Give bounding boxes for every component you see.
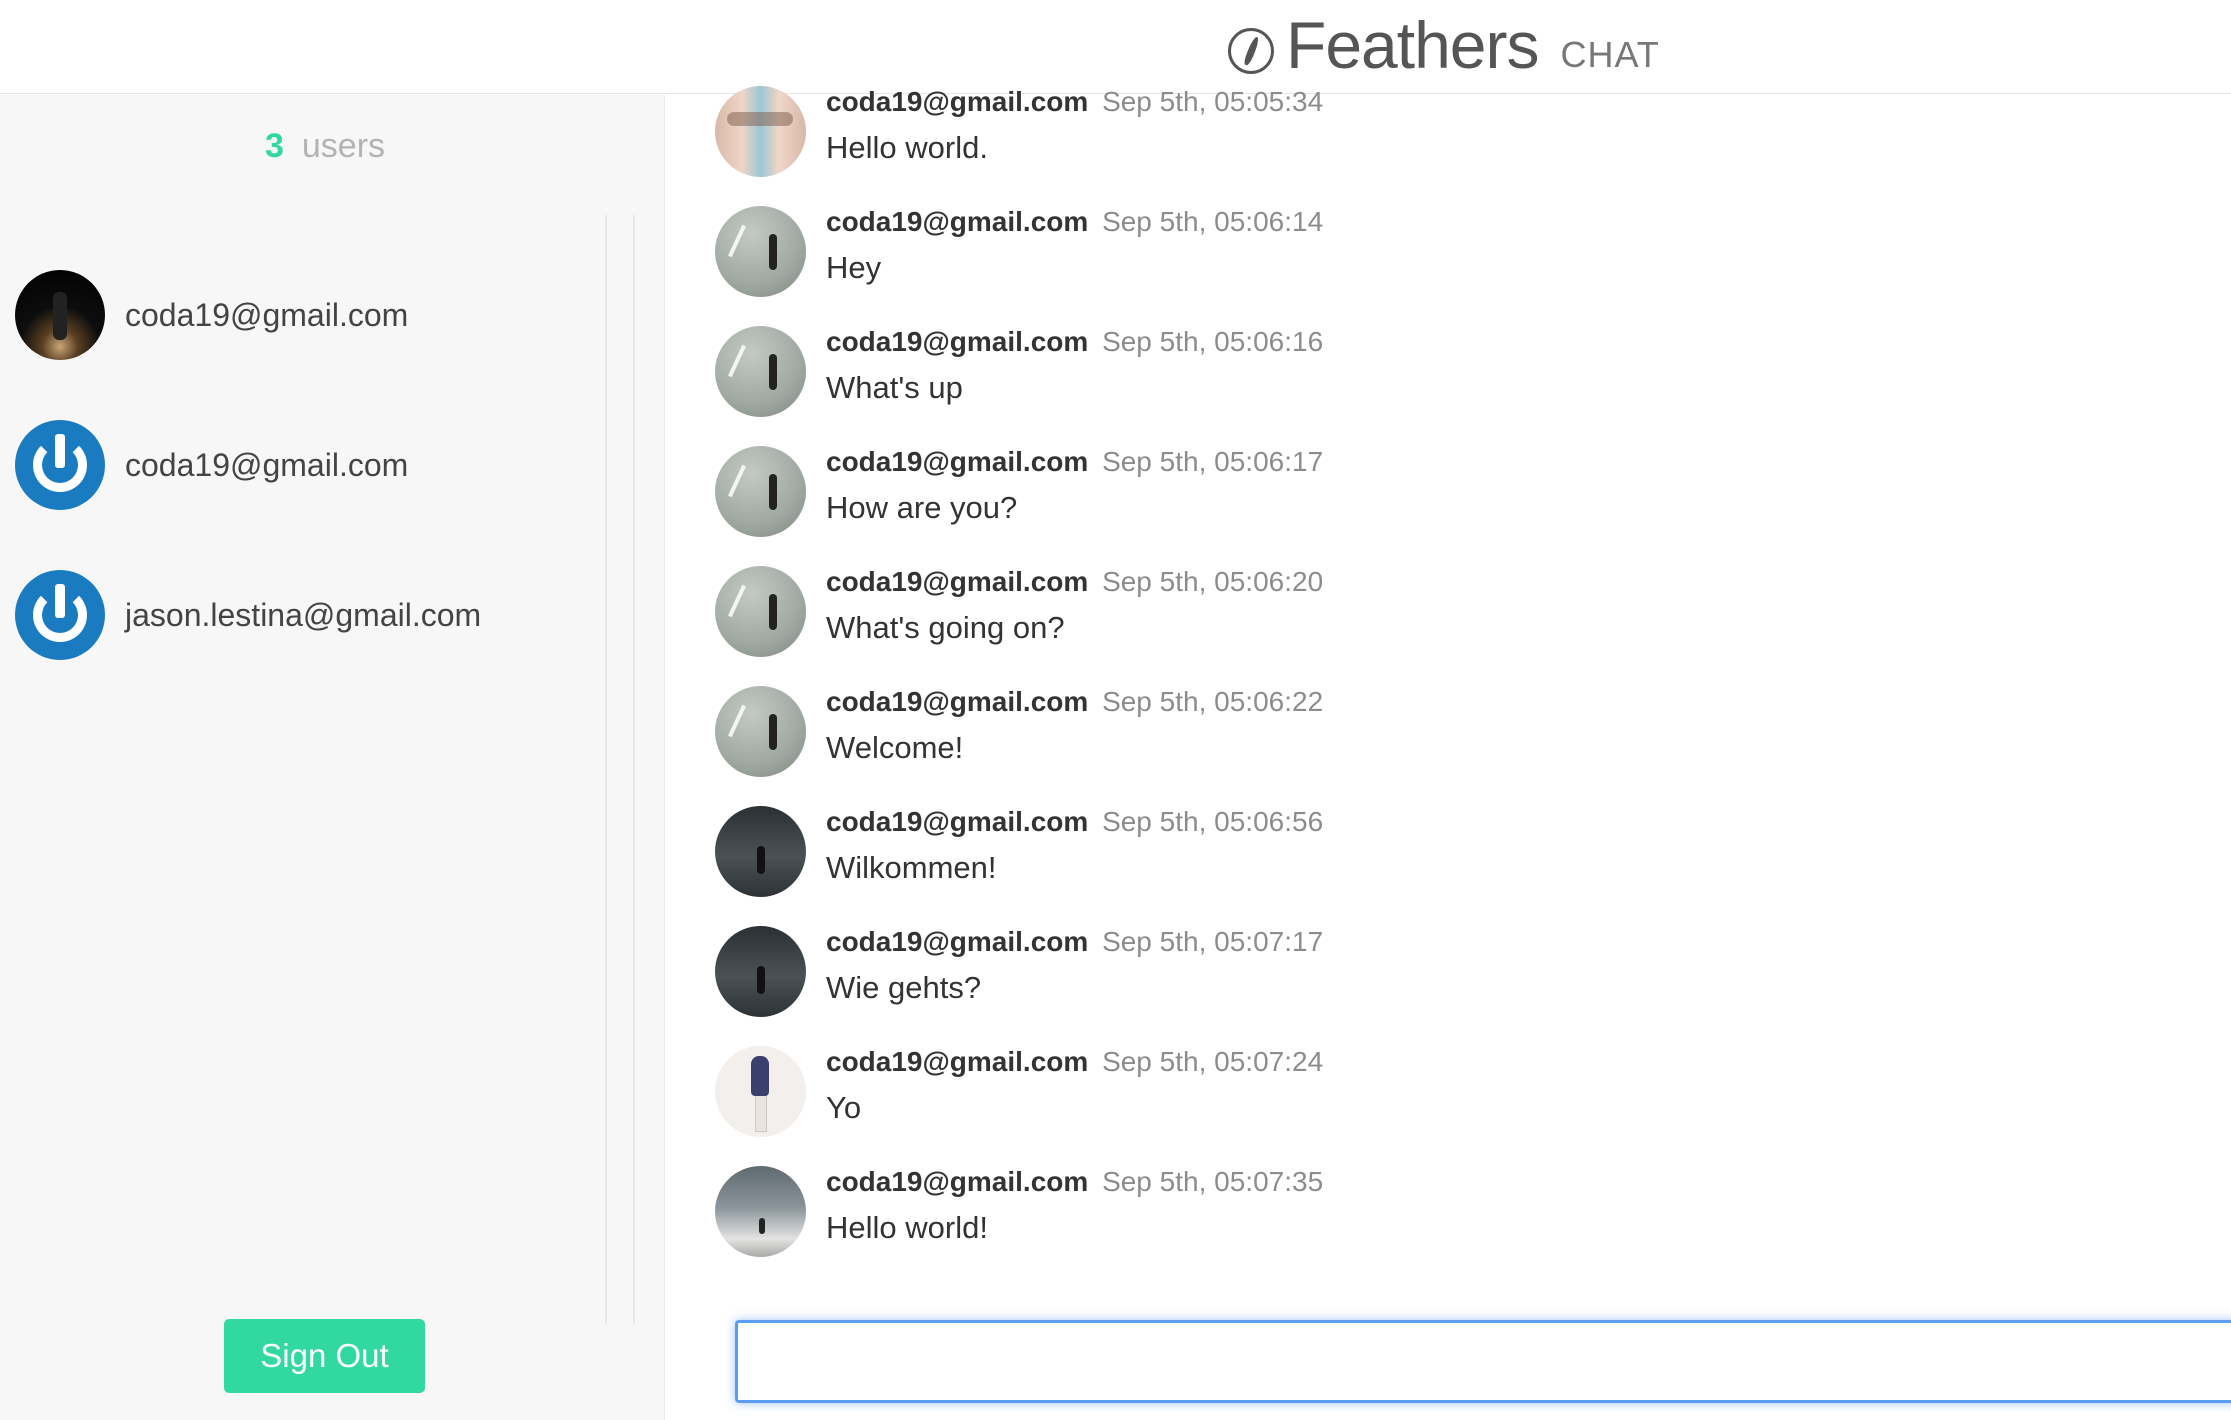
user-email: jason.lestina@gmail.com <box>125 596 482 633</box>
user-list-item[interactable]: coda19@gmail.com <box>0 390 600 540</box>
user-count-label: users <box>301 127 386 165</box>
chat-message: coda19@gmail.com Sep 5th, 05:07:35 Hello… <box>715 1166 2205 1286</box>
chat-message: coda19@gmail.com Sep 5th, 05:07:24 Yo <box>715 1046 2205 1166</box>
chat-message: coda19@gmail.com Sep 5th, 05:06:20 What'… <box>715 566 2205 686</box>
message-author: coda19@gmail.com <box>826 566 1089 597</box>
message-avatar[interactable] <box>715 926 806 1017</box>
message-author: coda19@gmail.com <box>826 1166 1089 1197</box>
chat-message: coda19@gmail.com Sep 5th, 05:06:17 How a… <box>715 446 2205 566</box>
users-sidebar: 3 users coda19@gmail.com coda19@gmail.com… <box>0 95 665 1420</box>
user-list-item[interactable]: jason.lestina@gmail.com <box>0 540 600 690</box>
message-avatar[interactable] <box>715 1166 806 1257</box>
power-icon <box>15 570 105 660</box>
message-timestamp: Sep 5th, 05:07:24 <box>1102 1046 1324 1077</box>
message-avatar[interactable] <box>715 206 806 297</box>
message-timestamp: Sep 5th, 05:07:17 <box>1102 926 1324 957</box>
sidebar-scroll-divider <box>605 215 635 1325</box>
message-text: Wie gehts? <box>826 970 982 1005</box>
message-text: Welcome! <box>826 730 964 765</box>
message-avatar[interactable] <box>715 86 806 177</box>
message-avatar[interactable] <box>715 326 806 417</box>
message-text: Hey <box>826 250 882 285</box>
app-logo[interactable]: Feathers CHAT <box>1228 8 1660 88</box>
message-meta: coda19@gmail.com Sep 5th, 05:07:17 <box>826 926 1323 958</box>
message-meta: coda19@gmail.com Sep 5th, 05:05:34 <box>826 86 1323 118</box>
message-author: coda19@gmail.com <box>826 806 1089 837</box>
message-meta: coda19@gmail.com Sep 5th, 05:06:14 <box>826 206 1323 238</box>
message-text: How are you? <box>826 490 1018 525</box>
user-count-number: 3 <box>264 127 284 165</box>
message-meta: coda19@gmail.com Sep 5th, 05:07:24 <box>826 1046 1323 1078</box>
user-avatar <box>15 270 105 360</box>
user-count-heading: 3 users <box>0 127 650 166</box>
message-avatar[interactable] <box>715 446 806 537</box>
message-avatar[interactable] <box>715 1046 806 1137</box>
message-avatar[interactable] <box>715 566 806 657</box>
message-input[interactable] <box>735 1320 2231 1403</box>
message-list[interactable]: coda19@gmail.com Sep 5th, 05:05:34 Hello… <box>715 86 2205 1286</box>
message-author: coda19@gmail.com <box>826 686 1089 717</box>
user-list-item[interactable]: coda19@gmail.com <box>0 240 600 390</box>
message-avatar[interactable] <box>715 806 806 897</box>
app-header: Feathers CHAT <box>0 0 2231 94</box>
message-text: What's going on? <box>826 610 1065 645</box>
sign-out-button[interactable]: Sign Out <box>224 1319 425 1393</box>
app-title: Feathers <box>1286 8 1539 82</box>
message-text: What's up <box>826 370 963 405</box>
user-email: coda19@gmail.com <box>125 446 409 483</box>
message-author: coda19@gmail.com <box>826 326 1089 357</box>
message-text: Hello world! <box>826 1210 988 1245</box>
message-author: coda19@gmail.com <box>826 446 1089 477</box>
message-text: Wilkommen! <box>826 850 997 885</box>
chat-message: coda19@gmail.com Sep 5th, 05:06:14 Hey <box>715 206 2205 326</box>
message-meta: coda19@gmail.com Sep 5th, 05:07:35 <box>826 1166 1323 1198</box>
message-author: coda19@gmail.com <box>826 86 1089 117</box>
chat-message: coda19@gmail.com Sep 5th, 05:07:17 Wie g… <box>715 926 2205 1046</box>
power-icon <box>15 420 105 510</box>
message-timestamp: Sep 5th, 05:06:20 <box>1102 566 1324 597</box>
message-author: coda19@gmail.com <box>826 1046 1089 1077</box>
message-timestamp: Sep 5th, 05:06:22 <box>1102 686 1324 717</box>
message-author: coda19@gmail.com <box>826 926 1089 957</box>
message-timestamp: Sep 5th, 05:05:34 <box>1102 86 1324 117</box>
chat-message: coda19@gmail.com Sep 5th, 05:05:34 Hello… <box>715 86 2205 206</box>
message-timestamp: Sep 5th, 05:06:14 <box>1102 206 1324 237</box>
message-timestamp: Sep 5th, 05:06:56 <box>1102 806 1324 837</box>
message-meta: coda19@gmail.com Sep 5th, 05:06:56 <box>826 806 1323 838</box>
message-text: Yo <box>826 1090 862 1125</box>
app-subtitle: CHAT <box>1560 34 1660 75</box>
message-author: coda19@gmail.com <box>826 206 1089 237</box>
message-timestamp: Sep 5th, 05:06:16 <box>1102 326 1324 357</box>
message-meta: coda19@gmail.com Sep 5th, 05:06:20 <box>826 566 1323 598</box>
chat-message: coda19@gmail.com Sep 5th, 05:06:56 Wilko… <box>715 806 2205 926</box>
message-meta: coda19@gmail.com Sep 5th, 05:06:17 <box>826 446 1323 478</box>
message-avatar[interactable] <box>715 686 806 777</box>
message-meta: coda19@gmail.com Sep 5th, 05:06:22 <box>826 686 1323 718</box>
message-meta: coda19@gmail.com Sep 5th, 05:06:16 <box>826 326 1323 358</box>
message-timestamp: Sep 5th, 05:07:35 <box>1102 1166 1324 1197</box>
message-timestamp: Sep 5th, 05:06:17 <box>1102 446 1324 477</box>
chat-message: coda19@gmail.com Sep 5th, 05:06:16 What'… <box>715 326 2205 446</box>
user-email: coda19@gmail.com <box>125 296 409 333</box>
message-text: Hello world. <box>826 130 988 165</box>
user-list: coda19@gmail.com coda19@gmail.com jason.… <box>0 240 600 690</box>
feather-icon <box>1228 28 1274 74</box>
chat-message: coda19@gmail.com Sep 5th, 05:06:22 Welco… <box>715 686 2205 806</box>
